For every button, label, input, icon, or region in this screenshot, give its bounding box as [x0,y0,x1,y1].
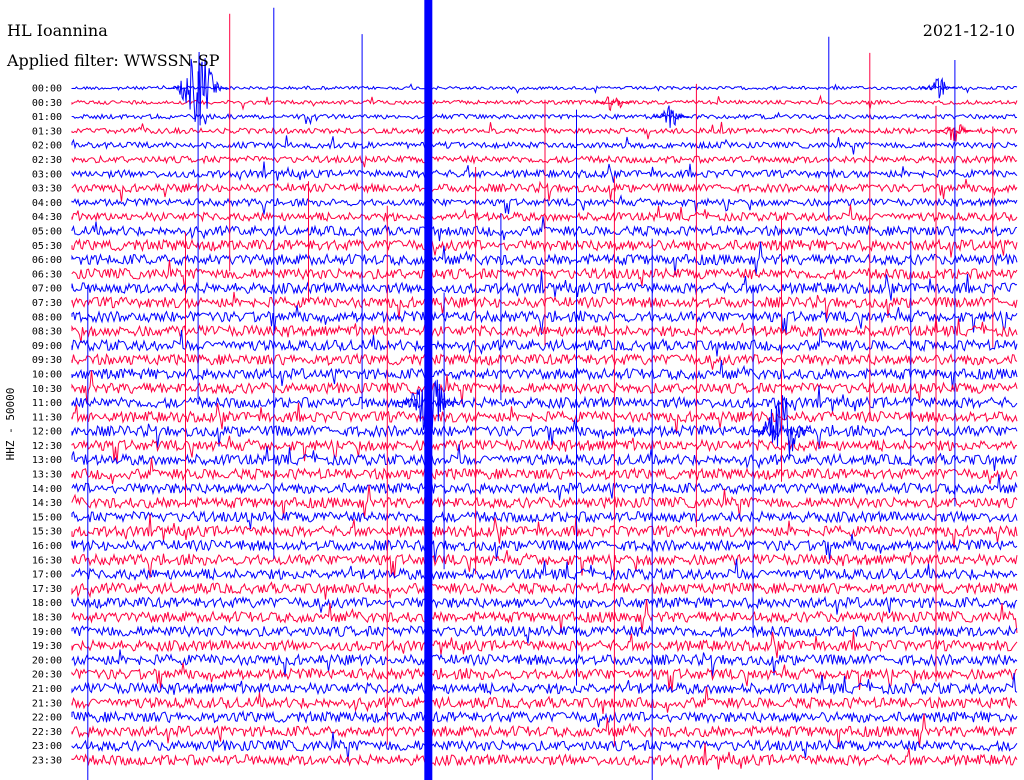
time-tick-label: 20:00 [32,655,62,666]
time-tick-label: 19:00 [32,627,62,638]
helicorder-plot: HHZ - 50000 00:00 00:30 01:00 01:30 02:00 02:… [4,0,1018,780]
time-tick-label: 11:00 [32,398,62,409]
time-tick-label: 05:30 [32,241,62,252]
time-tick-label: 22:30 [32,727,62,738]
time-tick-label: 15:30 [32,527,62,538]
time-tick-label: 04:00 [32,198,62,209]
time-tick-label: 16:30 [32,555,62,566]
time-tick-label: 03:00 [32,169,62,180]
time-tick-label: 14:30 [32,498,62,509]
time-tick-label: 08:00 [32,312,62,323]
station-title: HL Ioannina [7,21,108,40]
time-tick-label: 14:00 [32,484,62,495]
time-tick-label: 13:30 [32,470,62,481]
disturbance-column [424,0,433,780]
time-tick-label: 01:30 [32,126,62,137]
time-tick-label: 11:30 [32,412,62,423]
event-burst [921,77,958,99]
time-tick-label: 00:00 [32,84,62,95]
trace-row [71,710,1018,728]
time-tick-label: 23:30 [32,756,62,767]
time-tick-label: 06:30 [32,269,62,280]
time-tick-label: 23:00 [32,741,62,752]
trace-row [71,385,1018,413]
time-tick-label: 18:30 [32,613,62,624]
time-tick-label: 12:30 [32,441,62,452]
time-tick-label: 08:30 [32,327,62,338]
time-tick-label: 15:00 [32,512,62,523]
time-tick-label: 17:00 [32,570,62,581]
time-tick-label: 10:00 [32,369,62,380]
time-tick-label: 02:00 [32,141,62,152]
time-tick-label: 09:30 [32,355,62,366]
time-tick-label: 07:00 [32,284,62,295]
time-tick-label: 12:00 [32,427,62,438]
time-tick-label: 02:30 [32,155,62,166]
time-tick-label: 05:00 [32,226,62,237]
trace-row [71,595,1018,615]
trace-row [71,533,1018,563]
filter-label: Applied filter: WWSSN-SP [7,51,220,70]
time-tick-label: 16:00 [32,541,62,552]
time-tick-label: 21:00 [32,684,62,695]
time-tick-label: 00:30 [32,98,62,109]
time-tick-label: 20:30 [32,670,62,681]
time-tick-label: 10:30 [32,384,62,395]
time-tick-label: 04:30 [32,212,62,223]
time-tick-label: 09:00 [32,341,62,352]
time-tick-label: 19:30 [32,641,62,652]
time-tick-labels: 00:00 00:30 01:00 01:30 02:00 02:30 03:00 03:30… [32,84,62,767]
time-tick-label: 21:30 [32,698,62,709]
time-tick-label: 07:30 [32,298,62,309]
time-tick-label: 06:00 [32,255,62,266]
y-axis-label: HHZ - 50000 [4,388,17,461]
time-tick-label: 01:00 [32,112,62,123]
time-tick-label: 17:30 [32,584,62,595]
trace-row [71,624,1018,644]
trace-row [71,673,1018,696]
date-label: 2021-12-10 [922,21,1015,40]
time-tick-label: 03:30 [32,184,62,195]
y-axis-label-group: HHZ - 50000 [4,388,17,461]
time-tick-label: 18:00 [32,598,62,609]
trace-row [71,510,1018,530]
trace-row [71,352,1018,370]
time-tick-label: 13:00 [32,455,62,466]
time-tick-label: 22:00 [32,713,62,724]
